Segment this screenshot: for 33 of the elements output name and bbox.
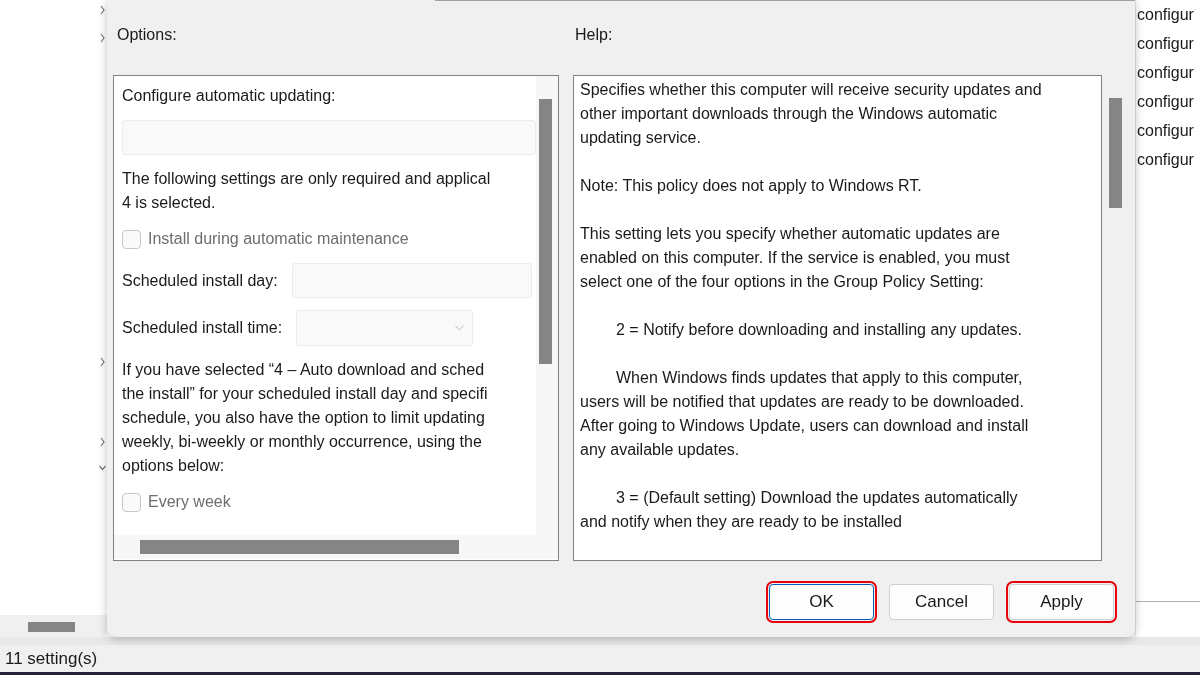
help-text: When Windows finds updates that apply to this computer, users will be notified that updates are ready to be downloaded. After going to Windows Update, users can download and install any available updates.: [580, 368, 1030, 460]
chevron-right-icon[interactable]: [99, 4, 106, 16]
list-item-text[interactable]: configur: [1136, 116, 1200, 145]
field-label: Scheduled install day:: [122, 270, 278, 291]
description-text: The following settings are only required and applical 4 is selected.: [122, 169, 492, 213]
status-text: 11 setting(s): [0, 637, 1200, 672]
help-text: 3 = (Default setting) Download the updates automatically and notify when they are ready to be installed: [580, 488, 1019, 532]
help-label: Help:: [575, 25, 613, 45]
description-text: If you have selected “4 – Auto download and sched the install” for your scheduled install day and specifi schedule, you also have the option to limit updating weekly, bi-weekly or monthly occurrence, using the options below:: [122, 360, 489, 476]
help-text: Note: This policy does not apply to Windows RT.: [580, 176, 923, 196]
field-label: Configure automatic updating:: [122, 86, 337, 106]
dialog-button[interactable]: Cancel: [889, 584, 994, 620]
help-text: This setting lets you specify whether automatic updates are enabled on this computer. If the service is enabled, you must select one of the four options in the Group Policy Setting:: [580, 224, 1011, 292]
dialog-button[interactable]: Apply: [1009, 584, 1114, 620]
field-label: Scheduled install time:: [122, 318, 283, 338]
scrollbar[interactable]: [536, 76, 558, 535]
scrollbar[interactable]: [0, 615, 107, 637]
help-text: 2 = Notify before downloading and installing any updates.: [615, 320, 1024, 340]
list-item-text[interactable]: configur: [1136, 87, 1200, 116]
list-item-text[interactable]: configur: [1136, 58, 1200, 87]
dialog-button[interactable]: OK: [769, 584, 874, 620]
checkbox-label: Every week: [148, 492, 231, 512]
scrollbar[interactable]: [114, 535, 558, 559]
list-item-text[interactable]: configur: [1136, 29, 1200, 58]
list-item-text[interactable]: configur: [1136, 145, 1200, 174]
chevron-right-icon[interactable]: [99, 436, 106, 448]
checkbox-label: Install during automatic maintenance: [148, 229, 409, 249]
list-item-text[interactable]: configur: [1136, 0, 1200, 29]
chevron-down-icon: [455, 325, 465, 331]
chevron-right-icon[interactable]: [99, 32, 106, 44]
help-text: Specifies whether this computer will receive security updates and other important downloads through the Windows automatic updating service.: [580, 80, 1043, 148]
chevron-right-icon[interactable]: [99, 356, 106, 368]
options-label: Options:: [117, 25, 178, 45]
